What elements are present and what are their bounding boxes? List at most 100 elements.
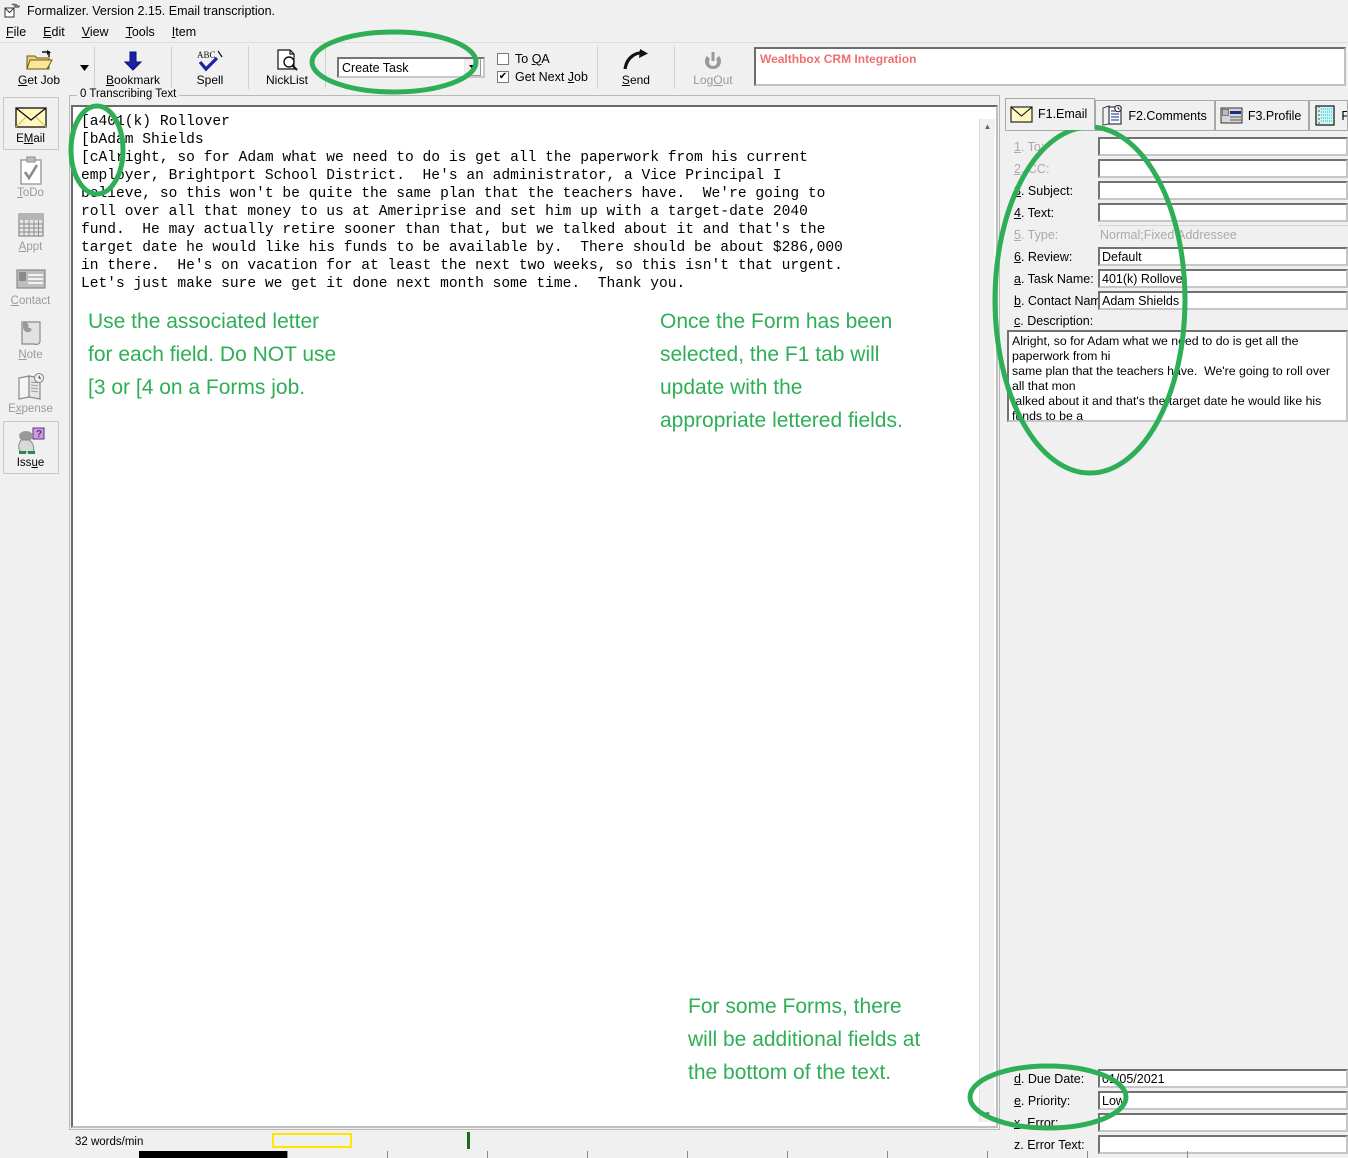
field-row-priority: e. Priority: Low bbox=[1005, 1090, 1348, 1111]
label-cc: 2. CC: bbox=[1014, 161, 1050, 176]
field-row-subject: 3. Subject: bbox=[1005, 180, 1348, 201]
bookmark-button[interactable]: Bookmark bbox=[96, 43, 170, 92]
to-qa-label: To QA bbox=[515, 51, 550, 66]
sidebar-item-issue[interactable]: ? Issue bbox=[2, 421, 59, 474]
input-task-name[interactable]: 401(k) Rollover bbox=[1098, 269, 1348, 288]
get-job-label: Get Job bbox=[17, 73, 61, 87]
scroll-down-icon[interactable]: ▼ bbox=[980, 1107, 995, 1122]
to-qa-checkbox[interactable]: To QA bbox=[497, 52, 588, 66]
chevron-down-icon bbox=[468, 65, 477, 70]
label-to: 1. To: bbox=[1014, 139, 1045, 154]
get-next-job-checkbox[interactable]: ✔ Get Next Job bbox=[497, 70, 588, 84]
input-to[interactable] bbox=[1098, 137, 1348, 156]
transcription-textarea[interactable]: [a401(k) Rollover [bAdam Shields [cAlrig… bbox=[71, 105, 998, 1128]
form-tabs: F1.Email F2.Comments F3.Profile bbox=[1005, 98, 1348, 130]
menu-item[interactable]: Item bbox=[172, 25, 196, 39]
toolbar-separator bbox=[171, 46, 172, 89]
envelope-icon bbox=[1010, 103, 1033, 125]
label-description: c. Description: bbox=[1014, 314, 1094, 328]
sidebar-item-note[interactable]: Note bbox=[2, 313, 59, 366]
sidebar-item-todo[interactable]: ToDo bbox=[2, 151, 59, 204]
get-next-job-checkbox-box[interactable]: ✔ bbox=[497, 70, 509, 83]
transcription-text[interactable]: [a401(k) Rollover [bAdam Shields [cAlrig… bbox=[73, 107, 996, 293]
status-bar: 32 words/min bbox=[69, 1130, 1348, 1158]
field-row-type: 5. Type: Normal;Fixed Addressee bbox=[1005, 224, 1348, 245]
words-per-minute: 32 words/min bbox=[75, 1136, 144, 1148]
menu-edit[interactable]: Edit bbox=[43, 25, 65, 39]
sidebar-item-contact[interactable]: Contact bbox=[2, 259, 59, 312]
toolbar-separator bbox=[94, 46, 95, 89]
svg-text:?: ? bbox=[36, 429, 42, 440]
document-magnifier-icon bbox=[274, 48, 300, 72]
send-label: Send bbox=[621, 73, 650, 87]
tab-f2-comments[interactable]: F2.Comments bbox=[1095, 100, 1215, 130]
send-button[interactable]: Send bbox=[598, 43, 673, 92]
task-combo-arrow[interactable] bbox=[464, 59, 481, 76]
task-type-combobox[interactable]: Create Task bbox=[337, 57, 485, 78]
logout-label: LogOut bbox=[693, 73, 733, 87]
input-priority[interactable]: Low bbox=[1098, 1091, 1348, 1110]
transcription-scrollbar[interactable]: ▲ ▼ bbox=[979, 119, 995, 1122]
envelope-icon bbox=[14, 101, 48, 133]
sidebar-item-expense[interactable]: Expense bbox=[2, 367, 59, 420]
label-error: x. Error: bbox=[1014, 1115, 1059, 1130]
input-due-date[interactable]: 01/05/2021 bbox=[1098, 1069, 1348, 1088]
get-job-button[interactable]: Get Job bbox=[2, 43, 76, 92]
tab-f4-form[interactable]: F bbox=[1309, 100, 1348, 130]
field-row-to: 1. To: bbox=[1005, 136, 1348, 157]
tab-f1-label: F1.Email bbox=[1038, 107, 1088, 121]
sidebar-label-todo: ToDo bbox=[17, 187, 44, 199]
input-description[interactable]: Alright, so for Adam what we need to do … bbox=[1007, 330, 1348, 422]
sidebar-item-email[interactable]: EMail bbox=[2, 97, 59, 150]
nicklist-label: NickList bbox=[265, 73, 308, 87]
form-panel: F1.Email F2.Comments F3.Profile 1. To: 2… bbox=[1005, 98, 1348, 1156]
toolbar: Get Job Bookmark ABC Spell NickList Crea… bbox=[0, 42, 1348, 92]
crm-banner-box: Wealthbox CRM Integration bbox=[753, 47, 1346, 86]
to-qa-checkbox-box[interactable] bbox=[497, 52, 509, 65]
task-combo-wrap: Create Task bbox=[327, 43, 485, 92]
logout-button[interactable]: LogOut bbox=[675, 43, 750, 92]
clipboard-check-icon bbox=[18, 155, 44, 187]
scroll-up-icon[interactable]: ▲ bbox=[980, 119, 995, 134]
transcribing-group-label: 0 Transcribing Text bbox=[77, 88, 180, 100]
spell-button[interactable]: ABC Spell bbox=[173, 43, 247, 92]
field-row-due-date: d. Due Date: 01/05/2021 bbox=[1005, 1068, 1348, 1089]
open-folder-icon bbox=[25, 48, 53, 72]
menu-view[interactable]: View bbox=[82, 25, 109, 39]
label-due-date: d. Due Date: bbox=[1014, 1071, 1085, 1086]
status-green-marker bbox=[467, 1132, 470, 1149]
sidebar-label-issue: Issue bbox=[16, 457, 45, 469]
tab-f2-label: F2.Comments bbox=[1128, 108, 1207, 123]
menu-file[interactable]: FFileile bbox=[6, 25, 26, 39]
input-review[interactable]: Default bbox=[1098, 247, 1348, 266]
transcribing-panel: 0 Transcribing Text [a401(k) Rollover [b… bbox=[69, 88, 1000, 1130]
sidebar-item-appt[interactable]: Appt bbox=[2, 205, 59, 258]
input-contact-name[interactable]: Adam Shields bbox=[1098, 291, 1348, 310]
menu-tools[interactable]: Tools bbox=[126, 25, 155, 39]
lined-page-icon bbox=[1314, 105, 1336, 127]
label-contact-name: b. Contact Name: bbox=[1014, 293, 1112, 308]
toolbar-separator bbox=[325, 46, 326, 89]
label-task-name: a. Task Name: bbox=[1014, 271, 1094, 286]
calendar-icon bbox=[17, 209, 45, 241]
expense-book-icon bbox=[16, 371, 46, 403]
input-type[interactable]: Normal;Fixed Addressee bbox=[1098, 225, 1348, 244]
left-sidebar: EMail ToDo Appt Contact Note Expense ? I… bbox=[0, 93, 61, 1156]
notebook-clock-icon bbox=[1100, 105, 1123, 127]
field-row-cc: 2. CC: bbox=[1005, 158, 1348, 179]
chevron-down-icon bbox=[80, 64, 89, 71]
toolbar-checkbox-group: To QA ✔ Get Next Job bbox=[485, 43, 596, 92]
get-job-dropdown-arrow[interactable] bbox=[76, 43, 93, 92]
nicklist-button[interactable]: NickList bbox=[250, 43, 324, 92]
field-row-text: 4. Text: bbox=[1005, 202, 1348, 223]
tab-f1-email[interactable]: F1.Email bbox=[1005, 98, 1096, 130]
tab-f3-profile[interactable]: F3.Profile bbox=[1214, 100, 1310, 130]
input-cc[interactable] bbox=[1098, 159, 1348, 178]
label-review: 6. Review: bbox=[1014, 249, 1073, 264]
menu-bar: FFileile Edit View Tools Item bbox=[0, 22, 1348, 42]
input-text[interactable] bbox=[1098, 203, 1348, 222]
window-title: Formalizer. Version 2.15. Email transcri… bbox=[27, 4, 276, 18]
tab-f3-label: F3.Profile bbox=[1247, 108, 1302, 123]
input-subject[interactable] bbox=[1098, 181, 1348, 200]
sidebar-label-appt: Appt bbox=[18, 241, 43, 253]
